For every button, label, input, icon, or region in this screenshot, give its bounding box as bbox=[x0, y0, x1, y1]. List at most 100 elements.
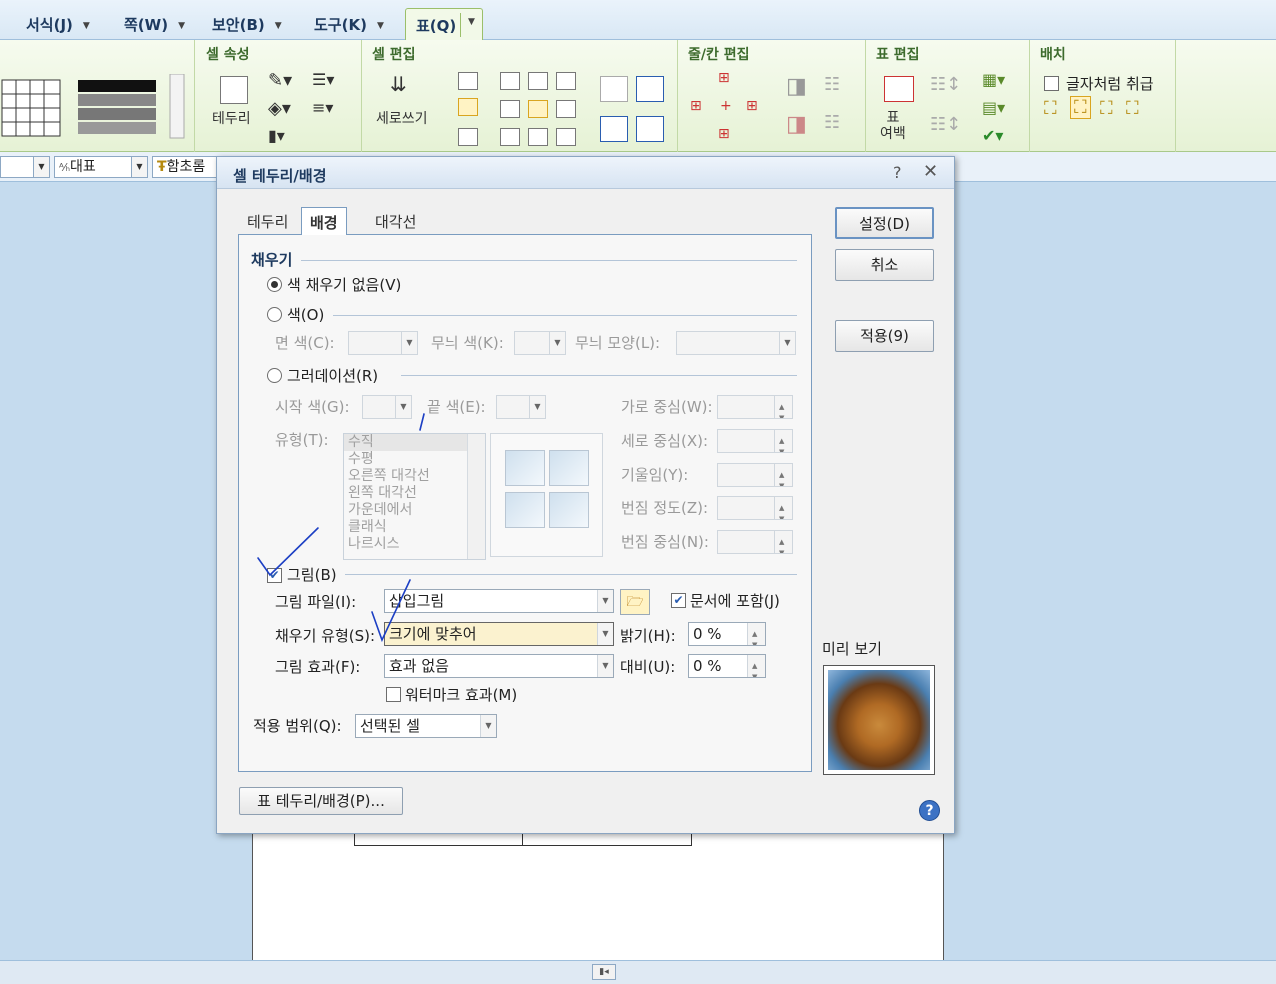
watermark-checkbox[interactable] bbox=[386, 687, 401, 702]
apply-button[interactable]: 적용(9) bbox=[835, 320, 934, 352]
blur-center-field[interactable] bbox=[717, 530, 793, 554]
help-icon[interactable]: ? bbox=[893, 163, 902, 182]
no-fill-radio[interactable] bbox=[267, 277, 282, 292]
align-tr-icon[interactable] bbox=[556, 72, 576, 90]
picture-file-field[interactable]: 삽입그림 ▼ bbox=[384, 589, 614, 613]
fill-bucket-icon[interactable]: ◈▾ bbox=[268, 98, 291, 119]
menu-security[interactable]: 보안(B) ▼ bbox=[212, 14, 282, 35]
table-style-gallery[interactable] bbox=[0, 40, 195, 152]
list-item[interactable]: 오른쪽 대각선 bbox=[344, 468, 485, 485]
size-combo[interactable]: ▼ bbox=[0, 156, 50, 178]
insert-row-below-icon[interactable]: ⊞ bbox=[718, 126, 730, 142]
list-item[interactable]: 가운데에서 bbox=[344, 502, 485, 519]
insert-row-above-icon[interactable]: ⊞ bbox=[718, 70, 730, 86]
align-bl-icon[interactable] bbox=[500, 128, 520, 146]
wrap-front-icon[interactable]: ⛶ bbox=[1126, 98, 1139, 119]
wrap-tight-icon[interactable]: ⛶ bbox=[1070, 96, 1091, 119]
list-item[interactable]: 수직 bbox=[344, 434, 485, 451]
border-button[interactable]: 테두리 bbox=[212, 108, 251, 128]
pattern-shape-picker[interactable]: ▼ bbox=[676, 331, 796, 355]
list-item[interactable]: 클래식 bbox=[344, 519, 485, 536]
wrap-square-icon[interactable]: ⛶ bbox=[1044, 98, 1057, 119]
picture-checkbox[interactable]: ✔ bbox=[267, 568, 282, 583]
pattern-color-label: 무늬 색(K): bbox=[431, 334, 504, 352]
include-doc-checkbox[interactable]: ✔ bbox=[671, 593, 686, 608]
scroll-left-icon[interactable]: ▮◂ bbox=[592, 964, 616, 980]
list-scrollbar[interactable] bbox=[467, 434, 485, 559]
menu-page[interactable]: 쪽(W) ▼ bbox=[124, 14, 185, 35]
align-top-icon[interactable] bbox=[458, 72, 478, 90]
help-circle-icon[interactable]: ? bbox=[919, 800, 940, 821]
row-height-icon[interactable]: ☷↕ bbox=[930, 74, 961, 95]
contrast-field[interactable]: 0 % bbox=[688, 654, 766, 678]
distribute-col-icon[interactable]: ☷ bbox=[824, 112, 840, 133]
split-cells-icon[interactable] bbox=[636, 76, 664, 102]
tab-table[interactable]: 표(Q) ▼ bbox=[405, 8, 483, 41]
start-color-picker[interactable]: ▼ bbox=[362, 395, 412, 419]
face-color-picker[interactable]: ▼ bbox=[348, 331, 418, 355]
list-item[interactable]: 왼쪽 대각선 bbox=[344, 485, 485, 502]
wrap-behind-icon[interactable]: ⛶ bbox=[1100, 98, 1113, 119]
merge-cells-icon[interactable] bbox=[600, 76, 628, 102]
insert-col-right-icon[interactable]: ⊞ bbox=[746, 98, 758, 114]
table-border-bg-button[interactable]: 표 테두리/배경(P)... bbox=[239, 787, 403, 815]
list-item[interactable]: 수평 bbox=[344, 451, 485, 468]
pattern-color-picker[interactable]: ▼ bbox=[514, 331, 566, 355]
cell-fill-icon[interactable]: ▮▾ bbox=[268, 126, 285, 145]
dialog-titlebar[interactable]: 셀 테두리/배경 ? ✕ bbox=[217, 157, 954, 189]
char-like-checkbox[interactable] bbox=[1044, 76, 1059, 91]
eraser-col-icon[interactable]: ◨ bbox=[786, 112, 807, 137]
tilt-field[interactable] bbox=[717, 463, 793, 487]
end-color-picker[interactable]: ▼ bbox=[496, 395, 546, 419]
align-tl-icon[interactable] bbox=[500, 72, 520, 90]
tab-background[interactable]: 배경 bbox=[301, 207, 347, 235]
align-mr-icon[interactable] bbox=[556, 100, 576, 118]
ok-button[interactable]: 설정(D) bbox=[835, 207, 934, 239]
table-props-icon[interactable] bbox=[884, 76, 914, 102]
scope-select[interactable]: 선택된 셀 ▼ bbox=[355, 714, 497, 738]
number-format-icon[interactable]: ✔▾ bbox=[982, 126, 1003, 145]
formula-icon[interactable]: ▦▾ bbox=[982, 70, 1005, 89]
cancel-button[interactable]: 취소 bbox=[835, 249, 934, 281]
border-icon[interactable] bbox=[220, 76, 248, 104]
line-style-icon[interactable]: ☰▾ bbox=[312, 70, 334, 89]
chevron-down-icon[interactable]: ▼ bbox=[468, 17, 475, 27]
align-middle-icon[interactable] bbox=[458, 98, 478, 116]
brightness-field[interactable]: 0 % bbox=[688, 622, 766, 646]
tab-border[interactable]: 테두리 bbox=[239, 207, 296, 235]
col-width-icon[interactable]: ☷↕ bbox=[930, 114, 961, 135]
fill-type-select[interactable]: 크기에 맞추어 ▼ bbox=[384, 622, 614, 646]
plus-icon[interactable]: + bbox=[720, 98, 732, 114]
align-ml-icon[interactable] bbox=[500, 100, 520, 118]
blur-field[interactable] bbox=[717, 496, 793, 520]
h-center-field[interactable] bbox=[717, 395, 793, 419]
table-margin-button[interactable]: 표 여백 bbox=[880, 110, 906, 142]
table-icon[interactable] bbox=[636, 116, 664, 142]
gradation-radio[interactable] bbox=[267, 368, 282, 383]
menu-format[interactable]: 서식(J) ▼ bbox=[26, 14, 90, 35]
color-radio[interactable] bbox=[267, 307, 282, 322]
style-combo[interactable]: ᴬ⁄ₕ대표 ▼ bbox=[54, 156, 148, 178]
menu-tools[interactable]: 도구(K) ▼ bbox=[314, 14, 384, 35]
align-tc-icon[interactable] bbox=[528, 72, 548, 90]
eraser-row-icon[interactable]: ◨ bbox=[786, 74, 807, 99]
folder-open-icon[interactable]: 🗁 bbox=[620, 589, 650, 615]
v-center-field[interactable] bbox=[717, 429, 793, 453]
align-mc-icon[interactable] bbox=[528, 100, 548, 118]
effect-select[interactable]: 효과 없음 ▼ bbox=[384, 654, 614, 678]
grid-icon[interactable] bbox=[600, 116, 628, 142]
list-item[interactable]: 나르시스 bbox=[344, 536, 485, 553]
align-bottom-icon[interactable] bbox=[458, 128, 478, 146]
calc-icon[interactable]: ▤▾ bbox=[982, 98, 1005, 117]
pen-color-icon[interactable]: ✎▾ bbox=[268, 70, 292, 91]
line-width-icon[interactable]: ≡▾ bbox=[312, 98, 333, 117]
align-br-icon[interactable] bbox=[556, 128, 576, 146]
vertical-text-button[interactable]: 세로쓰기 bbox=[376, 108, 428, 128]
distribute-row-icon[interactable]: ☷ bbox=[824, 74, 840, 95]
insert-col-left-icon[interactable]: ⊞ bbox=[690, 98, 702, 114]
tab-diagonal[interactable]: 대각선 bbox=[367, 207, 424, 235]
close-icon[interactable]: ✕ bbox=[923, 161, 938, 182]
gradation-type-list[interactable]: 수직 수평 오른쪽 대각선 왼쪽 대각선 가운데에서 클래식 나르시스 bbox=[343, 433, 486, 560]
align-bc-icon[interactable] bbox=[528, 128, 548, 146]
vertical-text-icon[interactable]: ⇊ bbox=[390, 72, 407, 96]
